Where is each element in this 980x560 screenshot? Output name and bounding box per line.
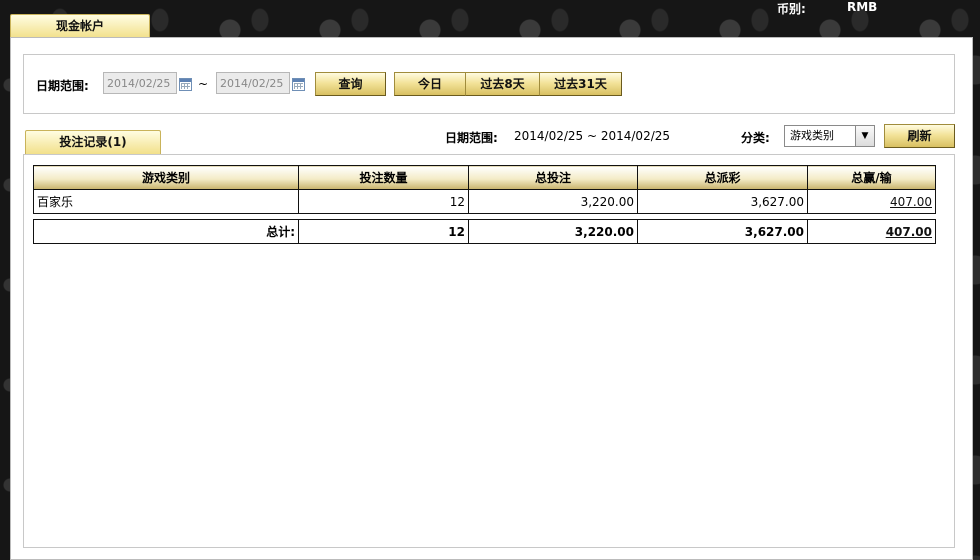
date-filter-box: 日期范围: ~ 查询 今日 过去8天 过去31天: [23, 54, 955, 114]
category-select-value: 游戏类别: [790, 129, 834, 142]
col-total-payout: 总派彩: [637, 165, 808, 190]
table-row: 百家乐 12 3,220.00 3,627.00 407.00: [33, 189, 936, 214]
info-date-range-label: 日期范围:: [445, 131, 498, 145]
end-calendar-icon[interactable]: [292, 78, 305, 91]
col-bet-count: 投注数量: [298, 165, 469, 190]
category-label: 分类:: [741, 131, 770, 145]
tab-bet-records[interactable]: 投注记录(1): [25, 130, 161, 154]
start-calendar-icon[interactable]: [179, 78, 192, 91]
totals-win-loss-link[interactable]: 407.00: [886, 225, 932, 239]
col-win-loss: 总赢/输: [807, 165, 936, 190]
start-date-input[interactable]: [103, 72, 177, 94]
chevron-down-icon[interactable]: ▼: [855, 126, 874, 146]
currency-label: 币别:: [777, 2, 806, 16]
records-panel: 游戏类别 投注数量 总投注 总派彩 总赢/输 百家乐 12 3,220.00 3…: [23, 154, 955, 548]
date-range-label: 日期范围:: [36, 79, 89, 93]
cell-count: 12: [298, 189, 469, 214]
totals-row: 总计: 12 3,220.00 3,627.00 407.00: [33, 219, 936, 244]
query-button[interactable]: 查询: [315, 72, 386, 96]
records-table: 游戏类别 投注数量 总投注 总派彩 总赢/输 百家乐 12 3,220.00 3…: [33, 165, 936, 214]
totals-table: 总计: 12 3,220.00 3,627.00 407.00: [33, 219, 936, 244]
col-total-bet: 总投注: [468, 165, 638, 190]
past-8-days-button[interactable]: 过去8天: [465, 72, 540, 96]
totals-total-bet: 3,220.00: [468, 219, 638, 244]
cell-total-bet: 3,220.00: [468, 189, 638, 214]
currency-value: RMB: [847, 0, 878, 14]
totals-total-payout: 3,627.00: [637, 219, 808, 244]
date-separator: ~: [198, 77, 209, 91]
table-header-row: 游戏类别 投注数量 总投注 总派彩 总赢/输: [33, 165, 936, 190]
end-date-input[interactable]: [216, 72, 290, 94]
totals-label: 总计:: [33, 219, 299, 244]
info-date-range-value: 2014/02/25 ~ 2014/02/25: [514, 129, 671, 143]
main-panel: 日期范围: ~ 查询 今日 过去8天 过去31天 投注记录(1) 日期范围: 2…: [10, 37, 973, 560]
totals-count: 12: [298, 219, 469, 244]
totals-win-loss: 407.00: [807, 219, 936, 244]
today-button[interactable]: 今日: [394, 72, 466, 96]
tab-cash-account[interactable]: 现金帐户: [10, 14, 150, 38]
past-31-days-button[interactable]: 过去31天: [539, 72, 622, 96]
category-select[interactable]: 游戏类别 ▼: [784, 125, 875, 147]
col-game-type: 游戏类别: [33, 165, 299, 190]
cell-total-payout: 3,627.00: [637, 189, 808, 214]
refresh-button[interactable]: 刷新: [884, 124, 955, 148]
win-loss-link[interactable]: 407.00: [890, 195, 932, 209]
cell-game: 百家乐: [33, 189, 299, 214]
cell-win-loss: 407.00: [807, 189, 936, 214]
